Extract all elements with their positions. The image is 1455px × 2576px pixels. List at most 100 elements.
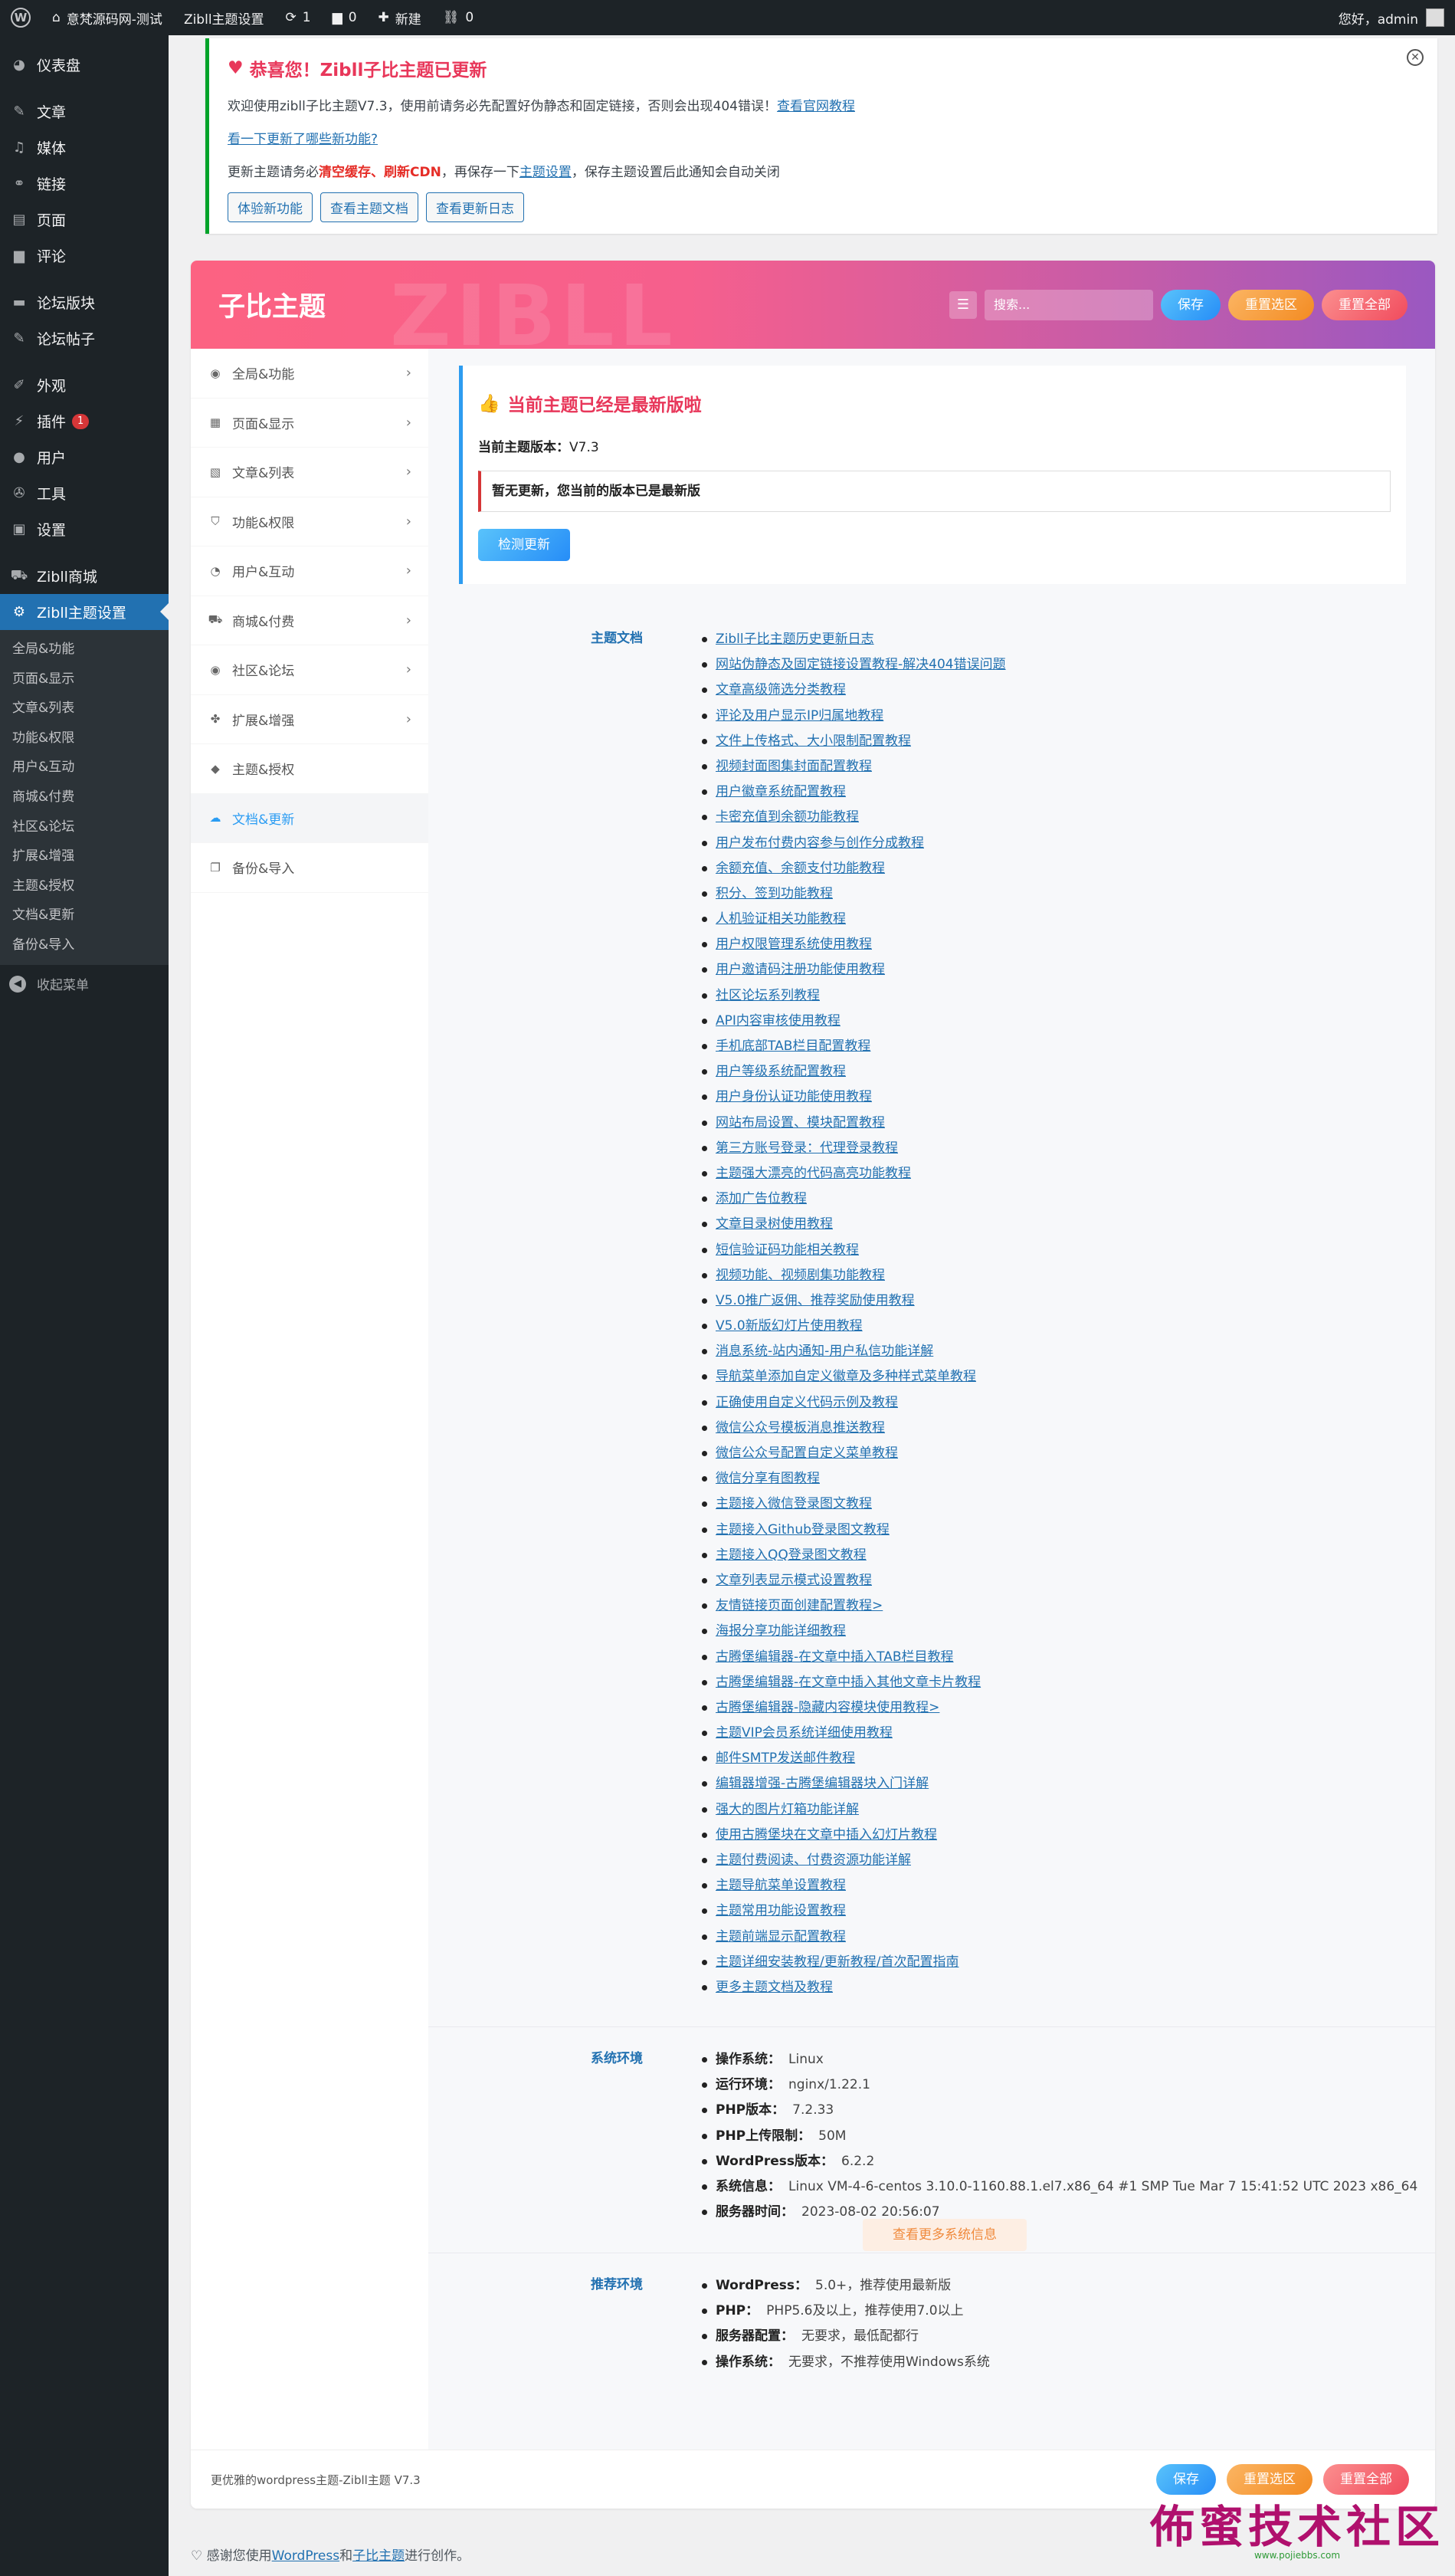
doc-link[interactable]: 主题常用功能设置教程 [716,1903,846,1918]
close-icon[interactable]: ✕ [1407,49,1424,66]
menu-forum-posts[interactable]: ✎ 论坛帖子 [0,320,169,356]
save-button[interactable]: 保存 [1161,289,1221,320]
doc-link[interactable]: 微信公众号配置自定义菜单教程 [716,1446,898,1461]
links-link[interactable]: ⛓ 0 [432,0,484,35]
doc-link[interactable]: 友情链接页面创建配置教程> [716,1598,883,1613]
menu-comments[interactable]: ▆ 评论 [0,238,169,274]
nav-item[interactable]: ◆ 主题&授权 [191,744,428,794]
submenu-item[interactable]: 备份&导入 [0,930,169,960]
nav-item[interactable]: ▧ 文章&列表 › [191,448,428,497]
doc-link[interactable]: 文章列表显示模式设置教程 [716,1573,872,1588]
doc-link[interactable]: 主题导航菜单设置教程 [716,1878,846,1893]
doc-link[interactable]: 消息系统-站内通知-用户私信功能详解 [716,1344,933,1359]
doc-link[interactable]: 用户邀请码注册功能使用教程 [716,962,885,977]
menu-zibll-theme-settings[interactable]: ⚙ Zibll主题设置 [0,594,169,630]
doc-link[interactable]: API内容审核使用教程 [716,1013,841,1029]
doc-link[interactable]: 用户身份认证功能使用教程 [716,1089,872,1104]
comments-link[interactable]: ▆ 0 [322,0,368,35]
collapse-menu-button[interactable]: ◀ 收起菜单 [0,965,169,1003]
nav-item[interactable]: ◔ 用户&互动 › [191,546,428,596]
nav-item[interactable]: ❐ 备份&导入 [191,843,428,893]
doc-link[interactable]: Zibll子比主题历史更新日志 [716,632,874,647]
doc-link[interactable]: 古腾堡编辑器-在文章中插入其他文章卡片教程 [716,1675,981,1690]
doc-link[interactable]: 添加广告位教程 [716,1191,807,1206]
doc-link[interactable]: 文章目录树使用教程 [716,1216,833,1232]
nav-item[interactable]: ✤ 扩展&增强 › [191,695,428,744]
zibll-theme-link[interactable]: 子比主题 [352,2548,405,2564]
view-changelog-button[interactable]: 查看更新日志 [426,192,524,222]
theme-settings-link[interactable]: Zibll主题设置 [173,0,275,35]
doc-link[interactable]: 第三方账号登录：代理登录教程 [716,1140,898,1156]
doc-link[interactable]: 编辑器增强-古腾堡编辑器块入门详解 [716,1776,929,1791]
doc-link[interactable]: 主题前端显示配置教程 [716,1929,846,1944]
menu-users[interactable]: ● 用户 [0,439,169,475]
menu-links[interactable]: ⚭ 链接 [0,166,169,202]
doc-link[interactable]: 海报分享功能详细教程 [716,1623,846,1639]
menu-media[interactable]: ♫ 媒体 [0,130,169,166]
save-button[interactable]: 保存 [1156,2464,1216,2495]
reset-all-button[interactable]: 重置全部 [1322,289,1407,320]
avatar[interactable] [1426,8,1444,27]
menu-zibll-shop[interactable]: ⛟ Zibll商城 [0,558,169,594]
doc-link[interactable]: 导航菜单添加自定义徽章及多种样式菜单教程 [716,1369,976,1384]
doc-link[interactable]: 人机验证相关功能教程 [716,911,846,927]
doc-link[interactable]: 使用古腾堡块在文章中插入幻灯片教程 [716,1827,937,1843]
doc-link[interactable]: 主题付费阅读、付费资源功能详解 [716,1852,911,1868]
submenu-item[interactable]: 用户&互动 [0,753,169,783]
doc-link[interactable]: 用户发布付费内容参与创作分成教程 [716,835,924,851]
nav-item[interactable]: ◉ 全局&功能 › [191,349,428,399]
theme-settings-link[interactable]: 主题设置 [519,165,572,180]
doc-link[interactable]: 短信验证码功能相关教程 [716,1242,859,1258]
doc-link[interactable]: 网站伪静态及固定链接设置教程-解决404错误问题 [716,657,1006,672]
doc-link[interactable]: 用户等级系统配置教程 [716,1064,846,1079]
doc-link[interactable]: 主题接入Github登录图文教程 [716,1522,890,1537]
doc-link[interactable]: 主题接入微信登录图文教程 [716,1496,872,1511]
updates-link[interactable]: ⟳ 1 [275,0,322,35]
submenu-item[interactable]: 商城&付费 [0,783,169,812]
doc-link[interactable]: 用户徽章系统配置教程 [716,784,846,799]
menu-plugins[interactable]: ⚡ 插件 1 [0,403,169,439]
reset-all-button[interactable]: 重置全部 [1323,2464,1409,2495]
doc-link[interactable]: 古腾堡编辑器-隐藏内容模块使用教程> [716,1700,939,1715]
expand-all-icon[interactable]: ☰ [949,290,977,319]
menu-posts[interactable]: ✎ 文章 [0,94,169,130]
nav-item[interactable]: ⛟ 商城&付费 › [191,596,428,645]
doc-link[interactable]: 视频封面图集封面配置教程 [716,759,872,774]
reset-section-button[interactable]: 重置选区 [1228,289,1314,320]
menu-dashboard[interactable]: ◕ 仪表盘 [0,47,169,83]
nav-item[interactable]: ◉ 社区&论坛 › [191,645,428,695]
menu-pages[interactable]: ▤ 页面 [0,202,169,238]
doc-link[interactable]: 社区论坛系列教程 [716,988,820,1003]
site-name-link[interactable]: ⌂ 意梵源码网-测试 [41,0,173,35]
doc-link[interactable]: 邮件SMTP发送邮件教程 [716,1751,855,1766]
menu-settings[interactable]: ▣ 设置 [0,511,169,547]
doc-link[interactable]: 主题接入QQ登录图文教程 [716,1547,867,1563]
check-update-button[interactable]: 检测更新 [478,529,570,561]
menu-appearance[interactable]: ✐ 外观 [0,367,169,403]
new-content-link[interactable]: ✚ 新建 [368,0,432,35]
wordpress-logo-menu[interactable]: W [0,0,41,35]
nav-item[interactable]: ▦ 页面&显示 › [191,399,428,448]
doc-link[interactable]: 手机底部TAB栏目配置教程 [716,1039,870,1054]
view-docs-button[interactable]: 查看主题文档 [320,192,418,222]
doc-link[interactable]: 卡密充值到余额功能教程 [716,809,859,825]
submenu-item[interactable]: 社区&论坛 [0,812,169,842]
official-tutorial-link[interactable]: 查看官网教程 [777,99,855,114]
menu-forum-boards[interactable]: ▬ 论坛版块 [0,284,169,320]
doc-link[interactable]: 文件上传格式、大小限制配置教程 [716,733,911,749]
doc-link[interactable]: 视频功能、视频剧集功能教程 [716,1268,885,1283]
options-search-input[interactable] [985,289,1153,320]
submenu-item[interactable]: 全局&功能 [0,635,169,665]
doc-link[interactable]: 主题VIP会员系统详细使用教程 [716,1725,893,1741]
submenu-item[interactable]: 功能&权限 [0,724,169,753]
submenu-item[interactable]: 页面&显示 [0,665,169,694]
doc-link[interactable]: 余额充值、余额支付功能教程 [716,861,885,876]
reset-section-button[interactable]: 重置选区 [1227,2464,1312,2495]
doc-link[interactable]: 微信公众号模板消息推送教程 [716,1420,885,1436]
doc-link[interactable]: 微信分享有图教程 [716,1471,820,1486]
doc-link[interactable]: 主题详细安装教程/更新教程/首次配置指南 [716,1954,959,1970]
doc-link[interactable]: 强大的图片灯箱功能详解 [716,1802,859,1817]
nav-item[interactable]: ☁ 文档&更新 [191,793,428,843]
nav-item[interactable]: ⛉ 功能&权限 › [191,497,428,546]
try-new-features-button[interactable]: 体验新功能 [228,192,313,222]
